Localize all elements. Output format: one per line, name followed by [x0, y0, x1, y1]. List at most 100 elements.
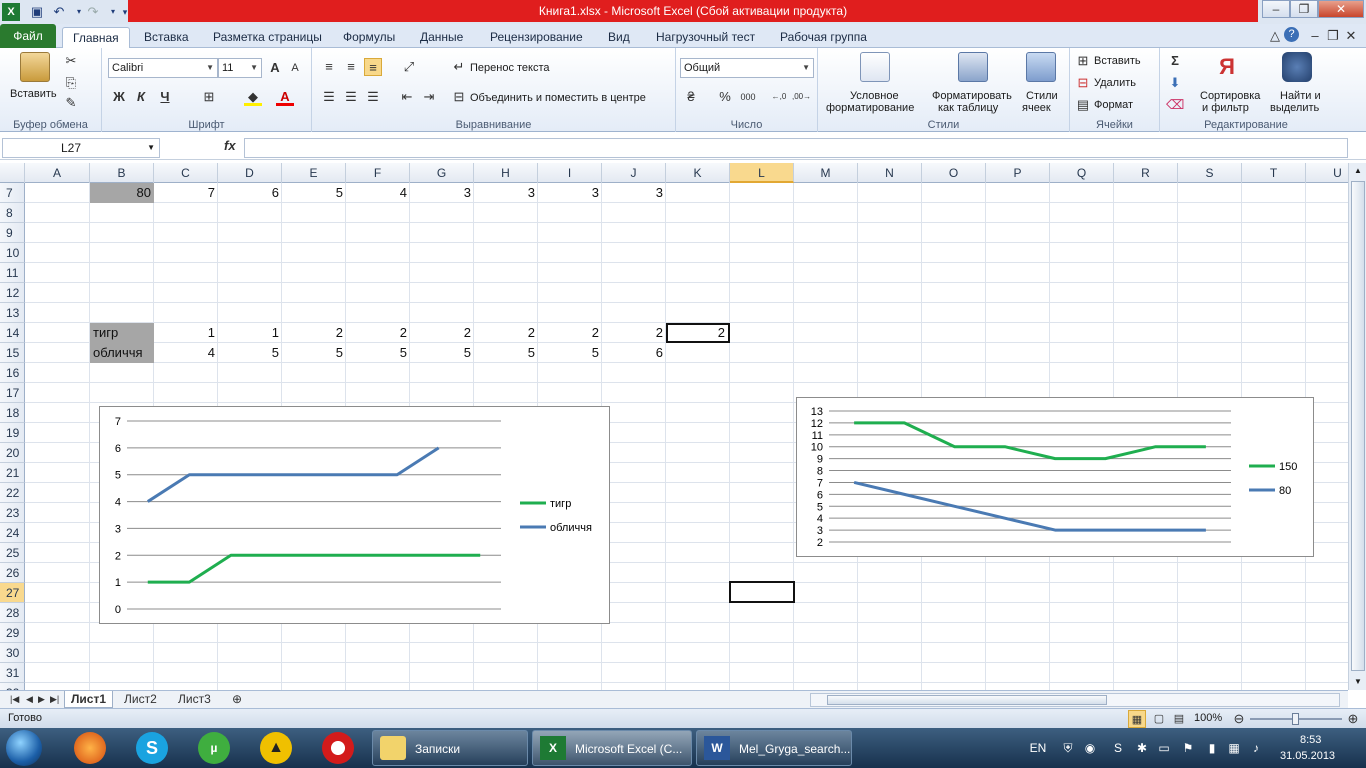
align-top-icon[interactable]: ≡: [320, 58, 338, 76]
column-header-J[interactable]: J: [602, 163, 666, 183]
align-center-icon[interactable]: ☰: [342, 88, 360, 106]
find-select-label-1[interactable]: Найти и: [1280, 90, 1321, 102]
column-header-B[interactable]: B: [90, 163, 154, 183]
paste-icon[interactable]: [20, 52, 50, 82]
row-header-24[interactable]: 24: [0, 523, 25, 543]
cell-D14[interactable]: 1: [218, 323, 282, 343]
percent-button[interactable]: %: [716, 88, 734, 106]
column-header-A[interactable]: A: [25, 163, 90, 183]
tray-network-icon[interactable]: ▦: [1226, 740, 1242, 756]
tab-page-layout[interactable]: Разметка страницы: [203, 27, 332, 48]
cell-H7[interactable]: 3: [474, 183, 538, 203]
row-header-8[interactable]: 8: [0, 203, 25, 223]
cell-I7[interactable]: 3: [538, 183, 602, 203]
help-icon[interactable]: ?: [1284, 27, 1299, 42]
utorrent-icon[interactable]: µ: [198, 732, 230, 764]
sort-filter-icon[interactable]: Я: [1212, 52, 1242, 82]
wrap-text-icon[interactable]: ↵: [450, 58, 468, 76]
bold-button[interactable]: Ж: [110, 88, 128, 106]
active-cell-L27[interactable]: [729, 581, 795, 603]
insert-cells-button[interactable]: Вставить: [1094, 55, 1141, 67]
row-header-30[interactable]: 30: [0, 643, 25, 663]
zoom-out-icon[interactable]: ⊖: [1230, 710, 1248, 728]
maximize-button[interactable]: ❐: [1290, 0, 1318, 18]
find-select-icon[interactable]: [1282, 52, 1312, 82]
cell-styles-label-2[interactable]: ячеек: [1022, 102, 1051, 114]
insert-cells-icon[interactable]: ⊞: [1074, 52, 1092, 70]
format-table-label-1[interactable]: Форматировать: [932, 90, 1012, 102]
start-button[interactable]: [6, 730, 42, 766]
cell-B15[interactable]: обличчя: [90, 343, 154, 363]
sort-filter-label-1[interactable]: Сортировка: [1200, 90, 1260, 102]
tab-insert[interactable]: Вставка: [134, 27, 199, 48]
column-header-M[interactable]: M: [794, 163, 858, 183]
series-line-тигр[interactable]: [147, 553, 481, 584]
font-name-combo[interactable]: Calibri ▼: [108, 58, 218, 78]
close-button[interactable]: ✕: [1318, 0, 1364, 18]
column-header-N[interactable]: N: [858, 163, 922, 183]
skype-icon[interactable]: S: [136, 732, 168, 764]
tab-team[interactable]: Рабочая группа: [770, 27, 877, 48]
align-right-icon[interactable]: ☰: [364, 88, 382, 106]
delete-cells-button[interactable]: Удалить: [1094, 77, 1136, 89]
cell-E15[interactable]: 5: [282, 343, 346, 363]
find-select-label-2[interactable]: выделить: [1270, 102, 1319, 114]
tray-shield-icon[interactable]: ⛨: [1060, 740, 1076, 756]
aimp-icon[interactable]: ▲: [260, 732, 292, 764]
format-cells-button[interactable]: Формат: [1094, 99, 1133, 111]
language-indicator[interactable]: EN: [1028, 740, 1048, 756]
row-header-7[interactable]: 7: [0, 183, 25, 203]
format-table-icon[interactable]: [958, 52, 988, 82]
cut-icon[interactable]: ✂: [62, 52, 80, 70]
zoom-slider-thumb[interactable]: [1292, 713, 1299, 725]
cell-styles-label-1[interactable]: Стили: [1026, 90, 1058, 102]
italic-button[interactable]: К: [132, 88, 150, 106]
undo-icon[interactable]: ↶: [50, 3, 68, 21]
shrink-font-icon[interactable]: A: [286, 59, 304, 77]
ribbon-minimize-icon[interactable]: △: [1266, 27, 1284, 45]
row-header-15[interactable]: 15: [0, 343, 25, 363]
cell-G15[interactable]: 5: [410, 343, 474, 363]
cell-D7[interactable]: 6: [218, 183, 282, 203]
normal-view-icon[interactable]: ▦: [1128, 710, 1146, 728]
clock-time[interactable]: 8:53: [1300, 734, 1321, 746]
cell-J7[interactable]: 3: [602, 183, 666, 203]
opera-icon[interactable]: [322, 732, 354, 764]
page-break-view-icon[interactable]: ▤: [1170, 710, 1188, 728]
row-header-23[interactable]: 23: [0, 503, 25, 523]
cell-E14[interactable]: 2: [282, 323, 346, 343]
new-sheet-icon[interactable]: ⊕: [226, 691, 248, 708]
cell-C14[interactable]: 1: [154, 323, 218, 343]
column-header-K[interactable]: K: [666, 163, 730, 183]
tray-bluetooth-icon[interactable]: ✱: [1134, 740, 1150, 756]
column-header-D[interactable]: D: [218, 163, 282, 183]
column-header-O[interactable]: O: [922, 163, 986, 183]
row-header-9[interactable]: 9: [0, 223, 25, 243]
currency-icon[interactable]: ₴: [682, 88, 700, 106]
select-all-corner[interactable]: [0, 163, 25, 183]
cell-F7[interactable]: 4: [346, 183, 410, 203]
decrease-decimal-icon[interactable]: ,00→: [792, 88, 811, 106]
zoom-level[interactable]: 100%: [1194, 712, 1222, 724]
fill-color-icon[interactable]: ◆: [244, 88, 262, 106]
copy-icon[interactable]: ⎘: [62, 74, 80, 92]
sheet-tab-2[interactable]: Лист2: [118, 691, 163, 708]
increase-indent-icon[interactable]: ⇥: [420, 88, 438, 106]
delete-cells-icon[interactable]: ⊟: [1074, 74, 1092, 92]
autosum-icon[interactable]: Σ: [1166, 52, 1184, 70]
cell-C7[interactable]: 7: [154, 183, 218, 203]
series-line-150[interactable]: [854, 421, 1206, 461]
cell-H14[interactable]: 2: [474, 323, 538, 343]
borders-icon[interactable]: ⊞: [200, 88, 218, 106]
sheet-nav-last-icon[interactable]: ▶|: [44, 691, 65, 708]
sheet-tab-3[interactable]: Лист3: [172, 691, 217, 708]
cell-E7[interactable]: 5: [282, 183, 346, 203]
cell-D15[interactable]: 5: [218, 343, 282, 363]
grow-font-icon[interactable]: A: [266, 59, 284, 77]
cell-F14[interactable]: 2: [346, 323, 410, 343]
row-header-20[interactable]: 20: [0, 443, 25, 463]
row-header-13[interactable]: 13: [0, 303, 25, 323]
vertical-scrollbar[interactable]: ▲ ▼: [1348, 163, 1366, 690]
tray-battery-icon[interactable]: ▮: [1204, 740, 1220, 756]
horizontal-scroll-thumb[interactable]: [827, 695, 1107, 705]
